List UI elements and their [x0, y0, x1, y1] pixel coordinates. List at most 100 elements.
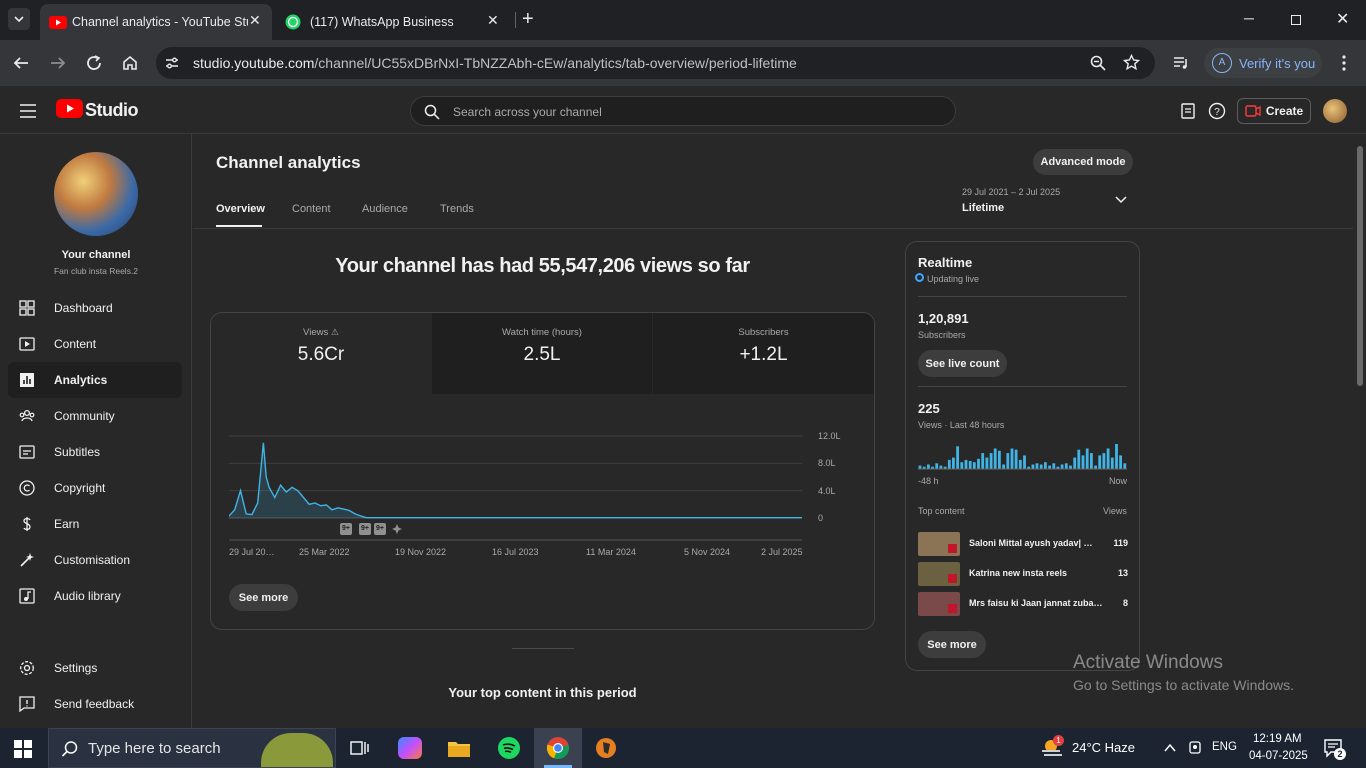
home-icon[interactable] [121, 54, 139, 72]
file-explorer-icon[interactable] [447, 737, 471, 759]
reload-icon[interactable] [85, 54, 103, 72]
bookmark-star-icon[interactable] [1123, 54, 1140, 71]
realtime-bar[interactable] [1035, 463, 1039, 469]
realtime-bar[interactable] [1110, 457, 1114, 469]
sidebar-item-audio-library[interactable]: Audio library [8, 578, 182, 614]
realtime-bar[interactable] [1023, 455, 1026, 469]
chart-marker[interactable]: 9+ [340, 523, 352, 535]
task-view-icon[interactable] [350, 738, 370, 758]
channel-avatar[interactable] [54, 152, 138, 236]
meet-now-icon[interactable] [1187, 740, 1203, 756]
realtime-bar[interactable] [1102, 453, 1106, 469]
sidebar-item-analytics[interactable]: Analytics [8, 362, 182, 398]
realtime-bar[interactable] [1090, 453, 1093, 469]
tab-trends[interactable]: Trends [440, 203, 474, 215]
media-queue-icon[interactable] [1172, 54, 1190, 72]
realtime-bar[interactable] [1119, 455, 1122, 469]
taskbar-search-input[interactable]: Type here to search [48, 728, 336, 768]
advanced-mode-button[interactable]: Advanced mode [1033, 149, 1133, 175]
realtime-bar[interactable] [1064, 463, 1068, 469]
sidebar-item-community[interactable]: Community [8, 398, 182, 434]
realtime-bar[interactable] [1010, 448, 1014, 470]
realtime-bar[interactable] [1039, 464, 1043, 470]
sidebar-item-settings[interactable]: Settings [8, 650, 182, 686]
top-content-row[interactable]: Mrs faisu ki Jaan jannat zuba… 8 [918, 592, 1128, 616]
window-close-button[interactable]: ✕ [1336, 9, 1349, 29]
sidebar-item-subtitles[interactable]: Subtitles [8, 434, 182, 470]
tab-audience[interactable]: Audience [362, 203, 408, 215]
chart-marker[interactable]: 9+ [374, 523, 386, 535]
metric-views[interactable]: Views ⚠ 5.6Cr [211, 313, 431, 394]
sidebar-item-customisation[interactable]: Customisation [8, 542, 182, 578]
copilot-icon[interactable] [398, 737, 422, 759]
overview-see-more-button[interactable]: See more [229, 584, 298, 611]
sidebar-item-send-feedback[interactable]: Send feedback [8, 686, 182, 722]
realtime-bar[interactable] [964, 459, 968, 469]
realtime-bar[interactable] [960, 462, 964, 469]
kebab-menu-icon[interactable] [1336, 54, 1352, 72]
top-content-row[interactable]: Katrina new insta reels 13 [918, 562, 1128, 586]
realtime-bar[interactable] [1060, 464, 1064, 470]
views-line-chart[interactable] [229, 425, 804, 545]
realtime-bar[interactable] [1069, 465, 1072, 469]
forward-arrow-icon[interactable] [49, 54, 67, 72]
top-content-row[interactable]: Saloni Mittal ayush yadav| … 119 [918, 532, 1128, 556]
zoom-icon[interactable] [1090, 55, 1106, 71]
chart-marker[interactable]: 9+ [359, 523, 371, 535]
new-tab-button[interactable]: + [522, 8, 534, 31]
realtime-bar[interactable] [1048, 465, 1051, 469]
close-icon[interactable]: ✕ [487, 12, 499, 29]
realtime-bar[interactable] [1006, 453, 1010, 469]
realtime-bar[interactable] [989, 453, 993, 469]
realtime-bar[interactable] [1094, 465, 1097, 469]
realtime-bar[interactable] [1123, 463, 1127, 469]
realtime-bar[interactable] [1014, 449, 1018, 469]
sidebar-item-content[interactable]: Content [8, 326, 182, 362]
realtime-bar[interactable] [927, 464, 930, 470]
fl-studio-icon[interactable] [595, 737, 617, 759]
minimize-button[interactable]: ─ [1244, 10, 1254, 26]
realtime-bar[interactable] [993, 448, 997, 470]
studio-logo[interactable]: Studio [56, 99, 139, 120]
realtime-bar[interactable] [1081, 455, 1085, 469]
verify-profile-button[interactable]: A Verify it's you [1204, 48, 1322, 78]
realtime-bar[interactable] [1002, 464, 1005, 470]
chrome-taskbar-item[interactable] [534, 728, 582, 768]
tab-content[interactable]: Content [292, 203, 331, 215]
realtime-bar[interactable] [956, 446, 959, 469]
restore-button[interactable] [1291, 15, 1301, 25]
see-live-count-button[interactable]: See live count [918, 350, 1007, 377]
weather-text[interactable]: 24°C Haze [1072, 740, 1135, 755]
tab-overview[interactable]: Overview [216, 203, 265, 215]
help-icon[interactable]: ? [1208, 102, 1226, 120]
hamburger-menu-icon[interactable] [18, 102, 38, 120]
realtime-bar[interactable] [1106, 448, 1110, 470]
site-settings-icon[interactable] [164, 55, 180, 71]
back-arrow-icon[interactable] [12, 54, 30, 72]
realtime-bar[interactable] [981, 453, 985, 469]
realtime-bar[interactable] [939, 465, 943, 469]
close-icon[interactable]: ✕ [249, 12, 261, 29]
realtime-see-more-button[interactable]: See more [918, 631, 986, 658]
sidebar-item-earn[interactable]: Earn [8, 506, 182, 542]
messages-icon[interactable] [1180, 102, 1196, 120]
clock-time[interactable]: 12:19 AM [1253, 733, 1302, 745]
realtime-bar[interactable] [918, 465, 922, 469]
spark-marker-icon[interactable] [391, 523, 403, 535]
metric-subscribers[interactable]: Subscribers +1.2L [653, 313, 874, 394]
windows-start-icon[interactable] [14, 740, 32, 758]
realtime-bar[interactable] [1085, 448, 1089, 470]
tab-search-button[interactable] [8, 8, 30, 30]
realtime-bar[interactable] [985, 457, 989, 469]
realtime-bar[interactable] [1073, 457, 1077, 469]
tab-whatsapp[interactable]: (117) WhatsApp Business ✕ [276, 4, 508, 40]
metric-watch-time[interactable]: Watch time (hours) 2.5L [432, 313, 652, 394]
realtime-bar[interactable] [947, 459, 951, 469]
realtime-bar[interactable] [968, 461, 972, 469]
channel-search-input[interactable]: Search across your channel [410, 96, 956, 126]
tab-youtube-studio[interactable]: Channel analytics - YouTube Stu ✕ [40, 4, 272, 40]
sidebar-item-dashboard[interactable]: Dashboard [8, 290, 182, 326]
realtime-bar[interactable] [998, 450, 1001, 469]
spotify-icon[interactable] [497, 736, 521, 760]
realtime-bar[interactable] [1115, 444, 1118, 469]
